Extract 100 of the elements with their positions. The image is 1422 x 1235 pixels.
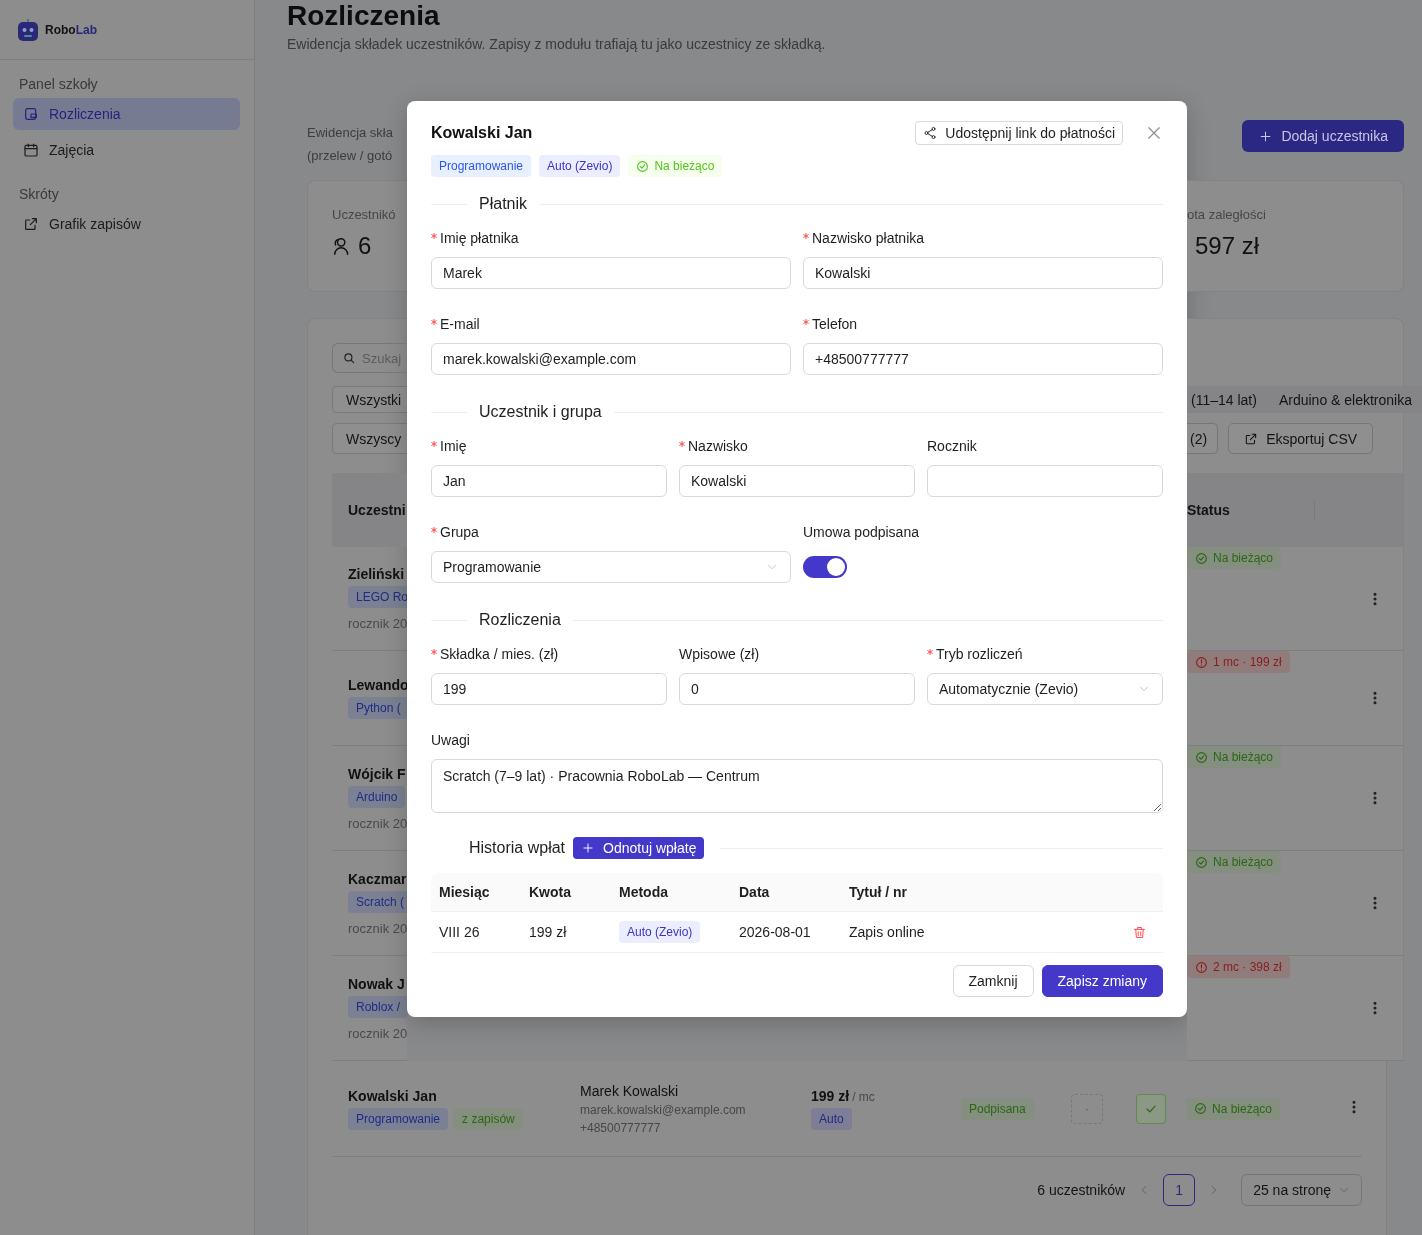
fee-amount: 199 zł <box>811 1087 850 1104</box>
external-link-icon <box>23 216 39 232</box>
section-title: Historia wpłat <box>468 839 567 857</box>
filter-dropdown[interactable]: Wszyscy <box>332 423 407 454</box>
share-button[interactable]: Udostępnij link do płatności <box>915 121 1123 145</box>
stat-value: 6 <box>358 232 372 260</box>
section-heading: Skróty <box>18 185 60 204</box>
filter-chip[interactable]: Arduino & elektronika <box>1278 391 1412 408</box>
field-label: E-mail <box>440 316 480 332</box>
year-text: rocznik 20 <box>348 815 407 831</box>
tag: Programowanie <box>348 1107 449 1130</box>
field-label: Grupa <box>440 524 479 540</box>
section-title: Uczestnik i grupa <box>478 403 603 421</box>
participant-name: Nowak J <box>348 975 406 992</box>
status-text: 2 mc · 398 zł <box>1213 960 1282 974</box>
text-field[interactable]: 199 <box>431 673 667 705</box>
field-label: Tryb rozliczeń <box>936 646 1023 662</box>
required-icon <box>803 233 809 239</box>
table-cell: 2026-08-01 <box>731 912 841 953</box>
payer-email: marek.kowalski@example.com <box>580 1102 747 1117</box>
status-text: Na bieżąco <box>1212 1101 1273 1116</box>
page-button[interactable]: 1 <box>1163 1174 1196 1206</box>
tag: Auto <box>811 1107 852 1130</box>
participant-name: Wójcik F <box>348 765 407 782</box>
tag: Programowanie <box>431 155 532 177</box>
section-title: Rozliczenia <box>478 611 562 629</box>
column-header: Metoda <box>611 873 731 912</box>
alert-icon <box>1195 960 1208 974</box>
close-icon[interactable] <box>1145 124 1163 142</box>
column-header: Data <box>731 873 841 912</box>
check-circle-icon <box>1195 855 1208 869</box>
contract-tag: Podpisana <box>961 1097 1034 1120</box>
table-cell: 199 zł <box>521 912 611 953</box>
check-circle-icon <box>1194 1102 1207 1115</box>
field-label: Imię płatnika <box>440 230 519 246</box>
filter-chip[interactable]: Wszystki <box>332 386 407 413</box>
tag: z zapisów <box>454 1107 523 1130</box>
close-button[interactable]: Zamknij <box>952 965 1034 997</box>
text-field[interactable]: Kowalski <box>679 465 915 497</box>
save-button[interactable]: Zapisz zmiany <box>1041 965 1163 997</box>
status-text: 1 mc · 199 zł <box>1213 655 1282 669</box>
field-label: Rocznik <box>927 438 977 454</box>
sidebar-item[interactable]: Grafik zapisów <box>13 208 240 240</box>
status-text: Na bieżąco <box>1213 551 1274 565</box>
status-text: Na bieżąco <box>1213 855 1274 869</box>
checkbox[interactable] <box>1136 1093 1166 1124</box>
filter-count-button[interactable]: (2) <box>1187 423 1219 454</box>
text-field[interactable]: Jan <box>431 465 667 497</box>
dialog-title: Kowalski Jan <box>431 124 534 142</box>
text-field[interactable] <box>927 465 1163 497</box>
participant-name: Lewando <box>348 677 407 693</box>
payer-phone: +48500777777 <box>580 1120 662 1135</box>
table-cell: VIII 26 <box>431 912 521 953</box>
field-label: Nazwisko <box>688 438 748 454</box>
notes-field[interactable]: Scratch (7–9 lat) · Pracownia RoboLab — Centrum <box>431 759 1163 813</box>
check-circle-icon <box>1195 750 1208 764</box>
field-label: Imię <box>440 438 467 454</box>
description-text: (przelew / gotó <box>307 147 394 165</box>
share-icon <box>923 126 938 140</box>
sidebar-item[interactable]: Zajęcia <box>13 134 240 166</box>
participant-name: Zieliński <box>348 566 406 582</box>
select-field[interactable]: Automatycznie (Zevio) <box>927 673 1163 705</box>
field-label: Umowa podpisana <box>803 524 919 540</box>
stat-label: Uczestnikó <box>332 207 397 222</box>
page-size-select[interactable]: 25 na stronę <box>1241 1174 1362 1206</box>
plus-icon <box>1258 128 1274 144</box>
column-header: Miesiąc <box>431 873 521 912</box>
required-icon <box>803 319 809 325</box>
stat-label: ota zaległości <box>1187 207 1267 222</box>
add-participant-button[interactable]: Dodaj uczestnika <box>1242 120 1404 152</box>
text-field[interactable]: marek.kowalski@example.com <box>431 343 791 375</box>
status-text: Na bieżąco <box>1213 750 1274 764</box>
toggle-switch[interactable] <box>803 556 847 578</box>
field-label: Telefon <box>812 316 858 332</box>
wallet-icon <box>23 106 39 122</box>
text-field[interactable]: +48500777777 <box>803 343 1163 375</box>
alert-icon <box>1195 655 1208 669</box>
column-header: Status <box>1187 502 1230 518</box>
stat-value: 597 zł <box>1195 232 1260 260</box>
column-header: Tytuł / nr <box>841 873 1114 912</box>
required-icon <box>431 233 437 239</box>
text-field[interactable]: 0 <box>679 673 915 705</box>
text-field[interactable]: Kowalski <box>803 257 1163 289</box>
column-header: Uczestni <box>348 502 406 518</box>
add-payment-button[interactable]: Odnotuj wpłatę <box>573 837 705 859</box>
required-icon <box>679 441 685 447</box>
robot-logo-icon <box>17 17 39 42</box>
tag: Python ( <box>348 697 409 719</box>
brand-name: RoboLab <box>45 22 97 37</box>
field-label: Nazwisko płatnika <box>812 230 925 246</box>
fee-unit: / mc <box>852 1089 875 1104</box>
delete-icon[interactable] <box>1132 924 1147 940</box>
filter-chip[interactable]: (11–14 lat) <box>1191 391 1257 408</box>
export-button[interactable]: Eksportuj CSV <box>1228 423 1374 454</box>
section-title: Płatnik <box>478 195 529 213</box>
participant-name: Kaczmar <box>348 870 407 887</box>
required-icon <box>431 319 437 325</box>
select-field[interactable]: Programowanie <box>431 551 791 583</box>
text-field[interactable]: Marek <box>431 257 791 289</box>
required-icon <box>431 649 437 655</box>
